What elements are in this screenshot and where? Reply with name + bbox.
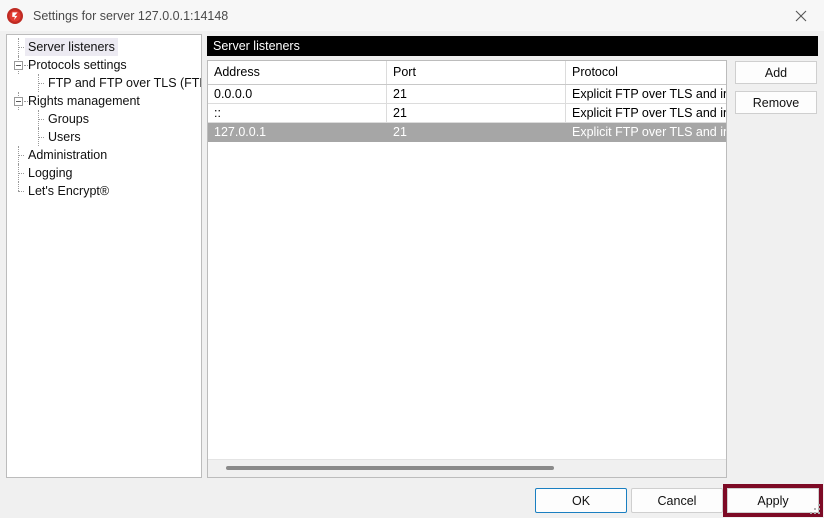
tree-item-rights-management[interactable]: Rights management [7,92,201,110]
tree-item-label: Administration [28,148,108,162]
close-icon[interactable] [778,0,824,31]
tree-item-label: Logging [28,166,73,180]
tree-elbow [24,101,28,102]
column-header-protocol[interactable]: Protocol [566,61,726,84]
cell-protocol: Explicit FTP over TLS and inse [572,87,726,101]
settings-tree[interactable]: Server listeners Protocols settings FTP an… [6,34,202,478]
cell-port: 21 [387,123,566,141]
tree-elbow [18,173,24,174]
column-header-port[interactable]: Port [387,61,566,84]
cell-port: 21 [387,85,566,103]
tree-item-administration[interactable]: Administration [7,146,201,164]
listeners-list-panel[interactable]: Address Port Protocol 0.0.0.0 21 Explicit FTP… [207,60,727,478]
tree-item-server-listeners[interactable]: Server listeners [7,38,201,56]
horizontal-scrollbar-thumb[interactable] [226,466,554,470]
table-row[interactable]: 0.0.0.021 Explicit FTP over TLS and inse [208,85,726,104]
tree-elbow [18,47,24,48]
tree-item-let-s-encrypt[interactable]: Let's Encrypt® [7,182,201,200]
cell-address: 0.0.0.0 [208,85,387,103]
horizontal-scrollbar[interactable] [208,459,726,477]
tree-elbow [18,155,24,156]
tree-item-label: Rights management [28,94,140,108]
resize-grip[interactable] [809,503,821,515]
tree-item-label: Protocols settings [28,58,127,72]
ok-button[interactable]: OK [535,488,627,513]
tree-elbow [24,65,28,66]
tree-item-label: Let's Encrypt® [28,184,110,198]
tree-elbow [18,191,24,192]
tree-item-label: Server listeners [25,38,118,56]
table-header-row: Address Port Protocol [208,61,726,85]
cell-address: 127.0.0.1 [208,123,387,141]
cancel-button[interactable]: Cancel [631,488,723,513]
table-row[interactable]: ::21 Explicit FTP over TLS and inse [208,104,726,123]
tree-collapse-icon[interactable] [14,97,23,106]
tree-item-groups[interactable]: Groups [7,110,201,128]
tree-elbow [38,83,44,84]
tree-elbow [38,137,44,138]
tree-item-protocols-settings[interactable]: Protocols settings [7,56,201,74]
tree-item-label: Groups [48,112,89,126]
tree-item-logging[interactable]: Logging [7,164,201,182]
tree-guide [18,182,19,191]
section-header: Server listeners [207,36,818,56]
table-row[interactable]: 127.0.0.121 Explicit FTP over TLS and ins… [208,123,726,142]
column-header-address[interactable]: Address [208,61,387,84]
tree-collapse-icon[interactable] [14,61,23,70]
window-title: Settings for server 127.0.0.1:14148 [33,8,229,23]
cell-port: 21 [387,104,566,122]
remove-button[interactable]: Remove [735,91,817,114]
tree-item-users[interactable]: Users [7,128,201,146]
title-bar: Settings for server 127.0.0.1:14148 [0,0,824,31]
cell-protocol: Explicit FTP over TLS and inse [572,106,726,120]
cell-address: :: [208,104,387,122]
tree-item-label: FTP and FTP over TLS (FTPS) [48,76,201,90]
tree-elbow [38,119,44,120]
add-button[interactable]: Add [735,61,817,84]
listeners-table: Address Port Protocol 0.0.0.0 21 Explicit FTP… [208,61,726,459]
cell-protocol: Explicit FTP over TLS and inse [572,125,726,139]
apply-button[interactable]: Apply [727,488,819,513]
tree-item-label: Users [48,130,81,144]
filezilla-icon [6,7,24,25]
tree-item-ftp-and-ftp-over-tls-ftps[interactable]: FTP and FTP over TLS (FTPS) [7,74,201,92]
